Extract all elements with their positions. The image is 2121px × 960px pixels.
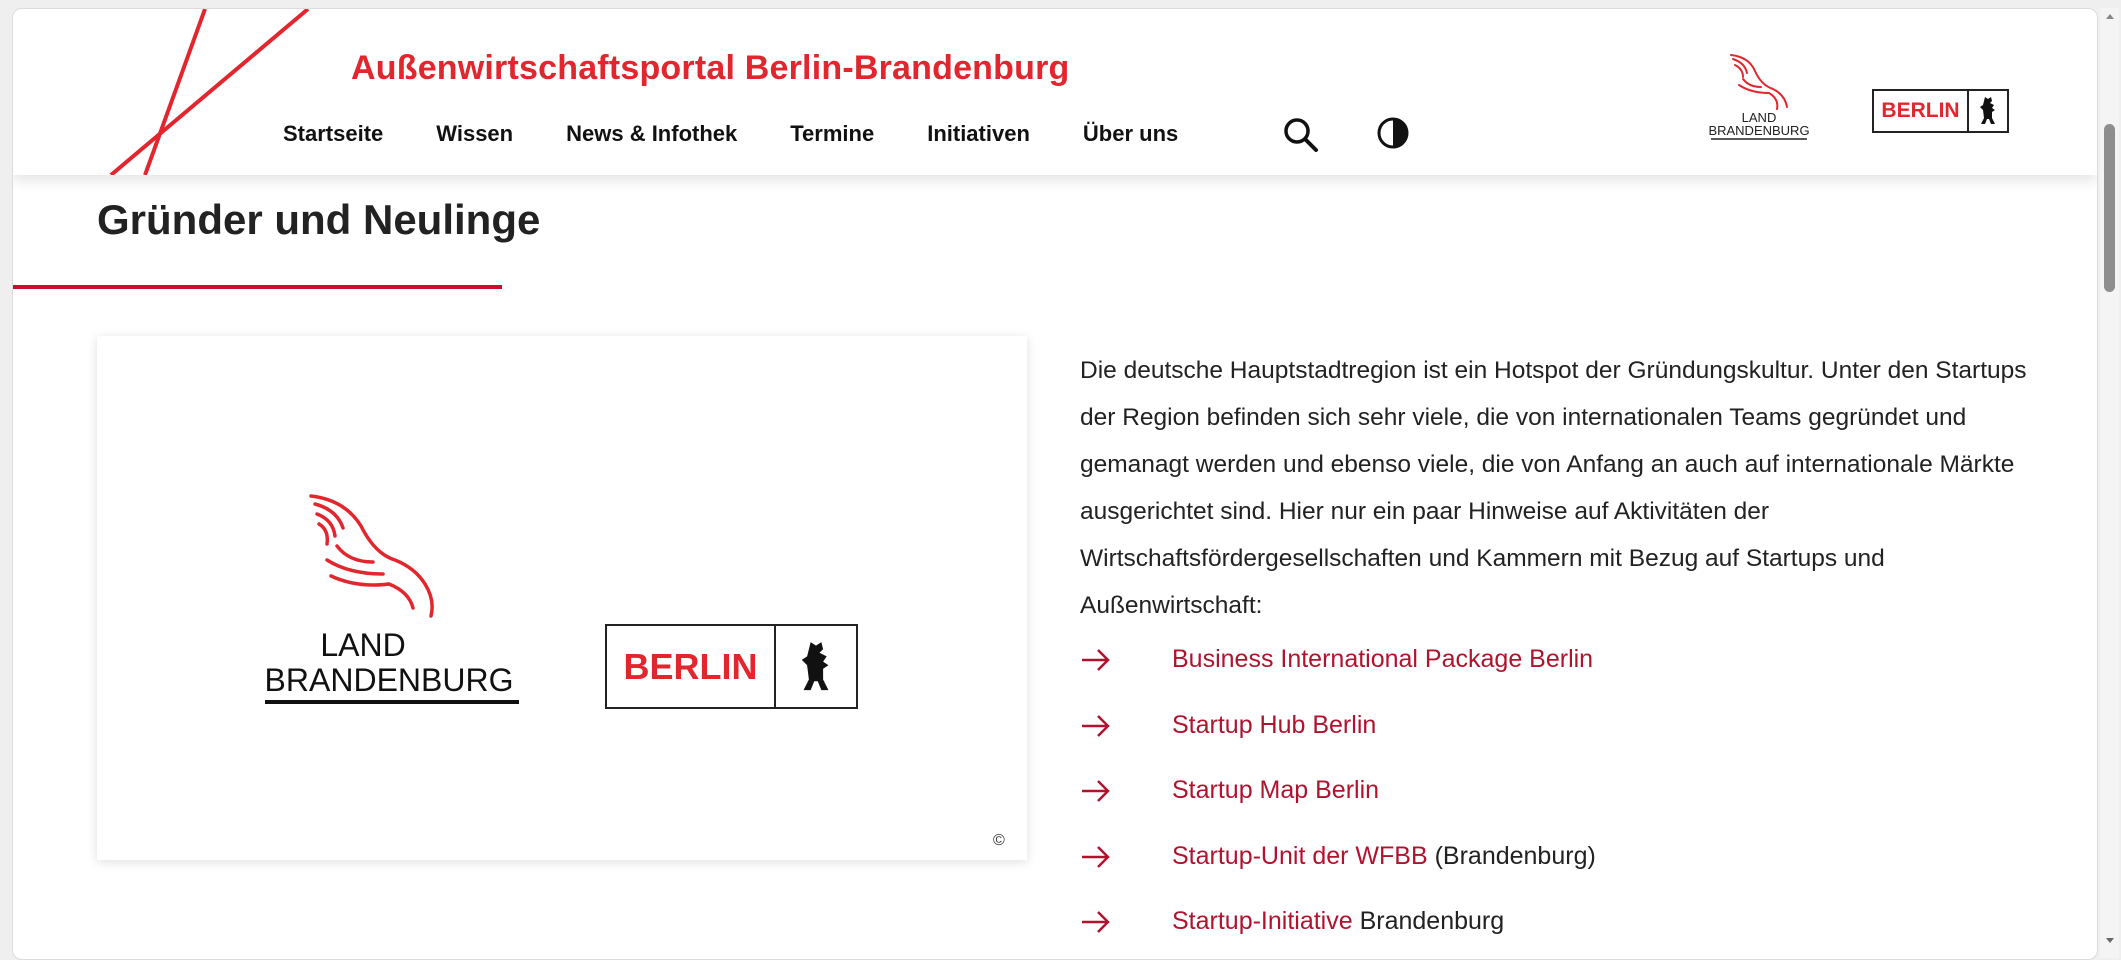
- scroll-down-arrow-icon[interactable]: [2106, 938, 2114, 943]
- browser-page: Außenwirtschaftsportal Berlin-Brandenbur…: [12, 8, 2098, 960]
- svg-text:BRANDENBURG: BRANDENBURG: [1708, 123, 1809, 138]
- nav-item-termine[interactable]: Termine: [790, 121, 874, 147]
- main-nav: Startseite Wissen News & Infothek Termin…: [283, 121, 1231, 147]
- logo-berlin[interactable]: BERLIN: [1872, 89, 2009, 133]
- search-icon: [1284, 118, 1318, 152]
- link-startup-map-berlin[interactable]: Startup Map Berlin: [1172, 776, 1379, 805]
- decorative-lines: [109, 9, 310, 175]
- link-suffix: Brandenburg: [1352, 907, 1505, 936]
- nav-item-news-infothek[interactable]: News & Infothek: [566, 121, 737, 147]
- bear-icon: [1980, 97, 1995, 124]
- nav-item-ueber-uns[interactable]: Über uns: [1083, 121, 1178, 147]
- svg-text:LAND: LAND: [320, 627, 405, 663]
- copyright-mark[interactable]: ©: [993, 832, 1005, 850]
- contrast-icon: [1377, 117, 1409, 149]
- nav-item-initiativen[interactable]: Initiativen: [927, 121, 1030, 147]
- berlin-wordmark-large: BERLIN: [607, 626, 776, 707]
- contrast-toggle-button[interactable]: [1376, 116, 1410, 155]
- site-header: Außenwirtschaftsportal Berlin-Brandenbur…: [13, 9, 2097, 175]
- logo-image-card: LAND BRANDENBURG BERLIN ©: [97, 336, 1027, 860]
- link-startup-initiative[interactable]: Startup-Initiative: [1172, 907, 1353, 935]
- scrollbar-thumb[interactable]: [2104, 124, 2115, 292]
- berlin-wordmark: BERLIN: [1874, 91, 1969, 131]
- search-button[interactable]: [1283, 117, 1319, 158]
- link-startup-unit-wfbb[interactable]: Startup-Unit der WFBB: [1172, 842, 1428, 870]
- link-startup-hub-berlin[interactable]: Startup Hub Berlin: [1172, 711, 1376, 740]
- site-title[interactable]: Außenwirtschaftsportal Berlin-Brandenbur…: [351, 49, 1069, 88]
- land-brandenburg-logo-image: LAND BRANDENBURG: [265, 494, 519, 704]
- arrow-right-icon: [1082, 911, 1110, 934]
- link-suffix: (Brandenburg): [1427, 841, 1596, 870]
- arrow-right-icon: [1082, 714, 1110, 737]
- svg-text:BRANDENBURG: BRANDENBURG: [265, 662, 513, 698]
- berlin-logo-image: BERLIN: [605, 624, 858, 709]
- arrow-right-icon: [1082, 780, 1110, 803]
- vertical-scrollbar[interactable]: [2100, 8, 2119, 958]
- logo-land-brandenburg[interactable]: LAND BRANDENBURG: [1703, 51, 1815, 148]
- nav-item-startseite[interactable]: Startseite: [283, 121, 383, 147]
- arrow-right-icon: [1082, 649, 1110, 671]
- brandenburg-eagle-icon: LAND BRANDENBURG: [1708, 54, 1810, 140]
- title-underline: [13, 285, 502, 289]
- page-title: Gründer und Neulinge: [97, 196, 541, 243]
- scroll-up-arrow-icon[interactable]: [2106, 14, 2114, 19]
- intro-paragraph: Die deutsche Hauptstadtregion ist ein Ho…: [1080, 357, 2027, 619]
- link-business-international-package[interactable]: Business International Package Berlin: [1172, 645, 1593, 674]
- nav-item-wissen[interactable]: Wissen: [436, 121, 513, 147]
- arrow-right-icon: [1082, 845, 1110, 868]
- bear-icon: [801, 641, 829, 690]
